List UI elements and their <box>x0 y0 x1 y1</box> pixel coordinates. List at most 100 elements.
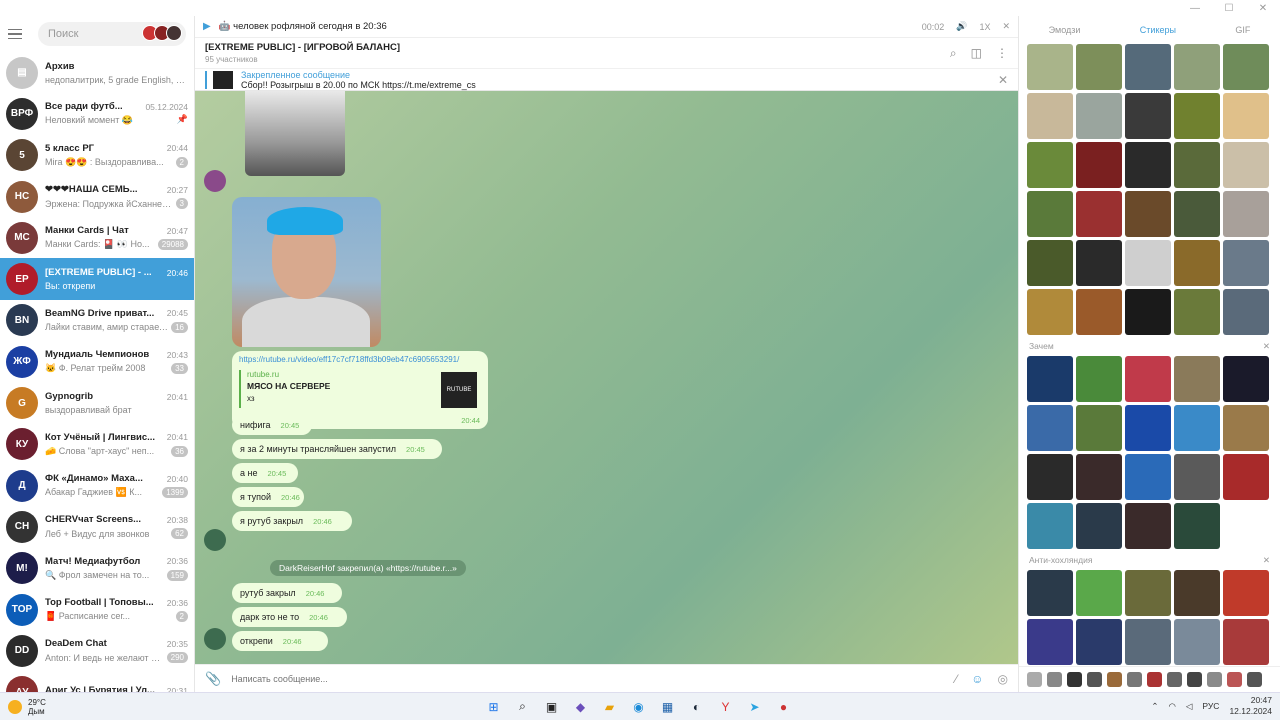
chat-item[interactable]: АУ Ариг Ус | Бурятия | Ул... 20:31 <box>0 671 194 692</box>
search-icon[interactable]: ⌕ <box>950 46 957 61</box>
sticker-item[interactable] <box>1174 44 1220 90</box>
tab-stickers[interactable]: Стикеры <box>1140 25 1176 35</box>
sticker-item[interactable] <box>1076 619 1122 665</box>
maximize-icon[interactable]: ☐ <box>1212 0 1246 16</box>
sticker-item[interactable] <box>1076 454 1122 500</box>
link-url[interactable]: https://rutube.ru/video/eff17c7cf718ffd3… <box>239 355 481 364</box>
message-bubble[interactable]: дарк это не то 20:46 <box>232 607 347 627</box>
sticker-pack-icon[interactable] <box>1047 672 1062 687</box>
sticker-item[interactable] <box>1223 44 1269 90</box>
sticker-pack-icon[interactable] <box>1127 672 1142 687</box>
sticker-item[interactable] <box>1125 356 1171 402</box>
sticker-item[interactable] <box>1076 191 1122 237</box>
minimize-icon[interactable]: — <box>1178 0 1212 16</box>
sticker-item[interactable] <box>1223 405 1269 451</box>
sticker-item[interactable] <box>1174 142 1220 188</box>
sticker-item[interactable] <box>1027 93 1073 139</box>
sticker-item[interactable] <box>1223 570 1269 616</box>
sticker-pack-icon[interactable] <box>1207 672 1222 687</box>
stories-avatars[interactable] <box>142 25 182 41</box>
sticker-item[interactable] <box>1027 405 1073 451</box>
sticker-item[interactable] <box>1223 93 1269 139</box>
sticker-item[interactable] <box>1125 289 1171 335</box>
service-message[interactable]: DarkReiserHof закрепил(а) «https://rutub… <box>270 560 466 576</box>
sticker-item[interactable] <box>1125 619 1171 665</box>
sticker-item[interactable] <box>1076 356 1122 402</box>
edge-icon[interactable]: ◉ <box>629 697 648 716</box>
sticker-item[interactable] <box>1223 191 1269 237</box>
sticker-item[interactable] <box>1027 503 1073 549</box>
sticker-item[interactable] <box>1125 93 1171 139</box>
close-icon[interactable]: ✕ <box>1246 0 1280 16</box>
sticker-item[interactable] <box>1125 44 1171 90</box>
chat-item[interactable]: TOP Top Football | Топовы... 20:36 🧧 Рас… <box>0 589 194 630</box>
chat-item[interactable]: ВРФ Все ради футб... 05.12.2024 Неловкий… <box>0 93 194 134</box>
chat-item[interactable]: КУ Кот Учёный | Лингвис... 20:41 🧀 Слова… <box>0 424 194 465</box>
sticker-item[interactable] <box>1076 289 1122 335</box>
wifi-icon[interactable]: ◠ <box>1168 701 1175 712</box>
chat-item[interactable]: BN BeamNG Drive приват... 20:45 Лайки ст… <box>0 300 194 341</box>
section-close-icon[interactable]: ✕ <box>1263 341 1270 352</box>
sticker-item[interactable] <box>1027 191 1073 237</box>
sticker-item[interactable] <box>1174 240 1220 286</box>
sticker-item[interactable] <box>1076 93 1122 139</box>
sticker-item[interactable] <box>1223 142 1269 188</box>
sticker-item[interactable] <box>1174 405 1220 451</box>
link-preview[interactable]: rutube.ru МЯСО НА СЕРВЕРЕ хз RUTUBE <box>239 370 481 408</box>
sticker-item[interactable] <box>1125 570 1171 616</box>
sticker-item[interactable] <box>1223 356 1269 402</box>
chat-item[interactable]: 5 5 класс РГ 20:44 Mira 😍😍 : Выздоравлив… <box>0 135 194 176</box>
weather-widget[interactable]: 29°C Дым <box>8 698 46 716</box>
sticker-item[interactable] <box>1076 142 1122 188</box>
tab-gif[interactable]: GIF <box>1235 25 1250 35</box>
windows-start-icon[interactable]: ⊞ <box>484 697 503 716</box>
sticker-item[interactable] <box>1174 356 1220 402</box>
photo-message-partial[interactable] <box>245 91 345 176</box>
sticker-item[interactable] <box>1223 289 1269 335</box>
pinned-message-bar[interactable]: Закрепленное сообщение Сбор!! Розыгрыш в… <box>195 68 1018 91</box>
chat-item[interactable]: ▤ Архив недопалитрик, 5 grade English, X… <box>0 52 194 93</box>
play-icon[interactable]: ▶ <box>203 21 211 32</box>
sidebar-toggle-icon[interactable]: ◫ <box>971 46 982 61</box>
speaker-icon[interactable]: ◁ <box>1186 701 1193 712</box>
sticker-item[interactable] <box>1174 503 1220 549</box>
sticker-item[interactable] <box>1223 240 1269 286</box>
sticker-item[interactable] <box>1125 503 1171 549</box>
photo-message[interactable] <box>232 197 381 347</box>
sticker-item[interactable] <box>1125 454 1171 500</box>
more-options-icon[interactable]: ⋮ <box>996 46 1008 61</box>
clock[interactable]: 20:47 12.12.2024 <box>1229 695 1272 717</box>
sticker-item[interactable] <box>1174 454 1220 500</box>
sticker-item[interactable] <box>1125 405 1171 451</box>
sticker-item[interactable] <box>1076 405 1122 451</box>
hamburger-menu-icon[interactable] <box>8 24 28 44</box>
sticker-pack-icon[interactable] <box>1027 672 1042 687</box>
message-bubble[interactable]: открепи 20:46 <box>232 631 328 651</box>
tray-overflow-icon[interactable]: ⌃ <box>1151 701 1158 712</box>
chat-item[interactable]: Д ФК «Динамо» Маха... 20:40 Абакар Гаджи… <box>0 465 194 506</box>
message-bubble[interactable]: нифига 20:45 <box>232 415 312 435</box>
sticker-item[interactable] <box>1076 503 1122 549</box>
message-bubble[interactable]: а не 20:45 <box>232 463 298 483</box>
sticker-pack-icon[interactable] <box>1087 672 1102 687</box>
task-view-icon[interactable]: ▣ <box>542 697 561 716</box>
sticker-item[interactable] <box>1027 619 1073 665</box>
sticker-pack-icon[interactable] <box>1107 672 1122 687</box>
yandex-browser-icon[interactable]: Y <box>716 697 735 716</box>
sender-avatar[interactable] <box>204 529 226 551</box>
chat-item[interactable]: G Gypnogrib 20:41 выздоравливай брат <box>0 382 194 423</box>
search-icon[interactable]: ⌕ <box>513 697 532 716</box>
section-close-icon[interactable]: ✕ <box>1263 555 1270 566</box>
sticker-item[interactable] <box>1027 289 1073 335</box>
volume-icon[interactable]: 🔊 <box>956 21 967 32</box>
sticker-pack-icon[interactable] <box>1247 672 1262 687</box>
pinned-close-icon[interactable]: ✕ <box>998 73 1008 87</box>
chat-item[interactable]: EP [EXTREME PUBLIC] - ... 20:46 Вы: откр… <box>0 258 194 300</box>
message-bubble[interactable]: я рутуб закрыл 20:46 <box>232 511 352 531</box>
emoji-icon[interactable]: ☺ <box>971 672 983 686</box>
chat-item[interactable]: ЖФ Мундиаль Чемпионов 20:43 🐱 Ф. Релат т… <box>0 341 194 382</box>
chat-item[interactable]: M! Матч! Медиафутбол 20:36 🔍 Фрол замече… <box>0 548 194 589</box>
message-bubble[interactable]: я тупой 20:46 <box>232 487 304 507</box>
sender-avatar[interactable] <box>204 170 226 192</box>
file-explorer-icon[interactable]: ▰ <box>600 697 619 716</box>
